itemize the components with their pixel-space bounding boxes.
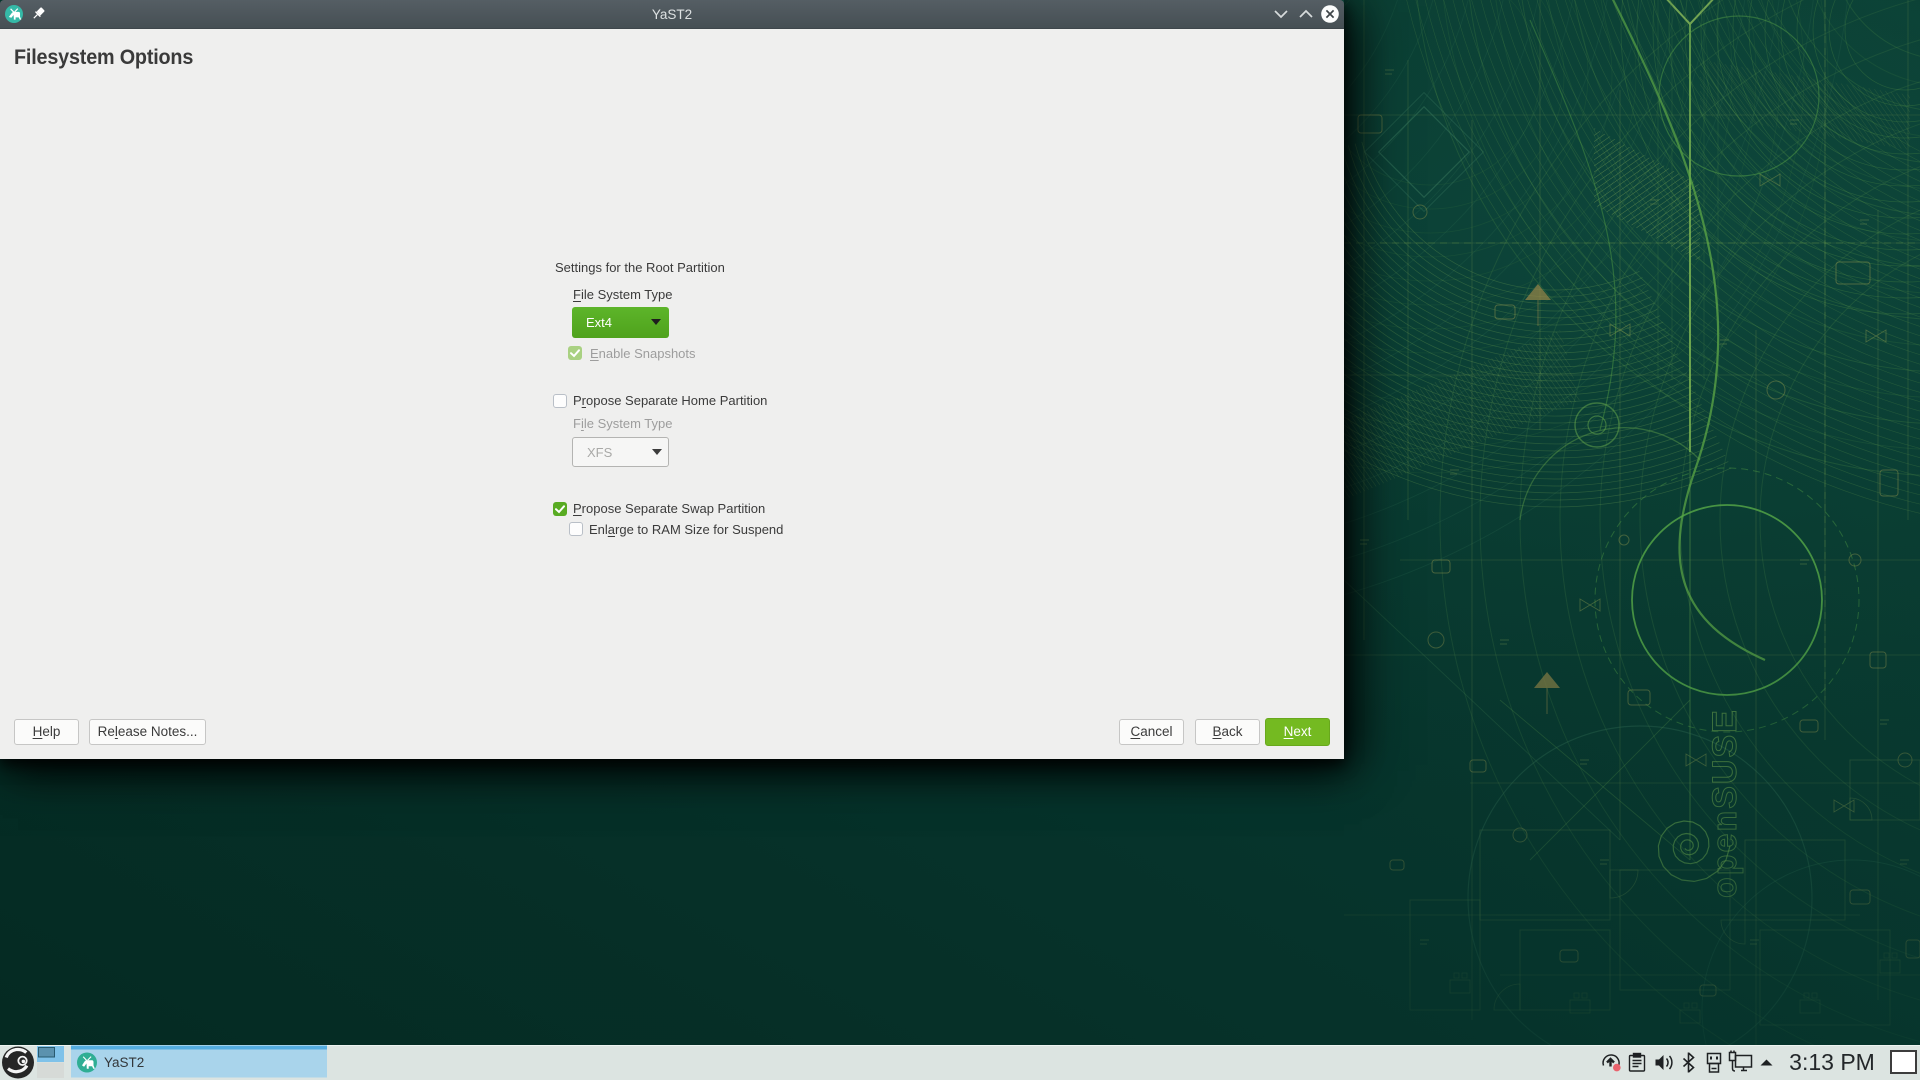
svg-text:openSUSE: openSUSE	[1706, 708, 1744, 898]
